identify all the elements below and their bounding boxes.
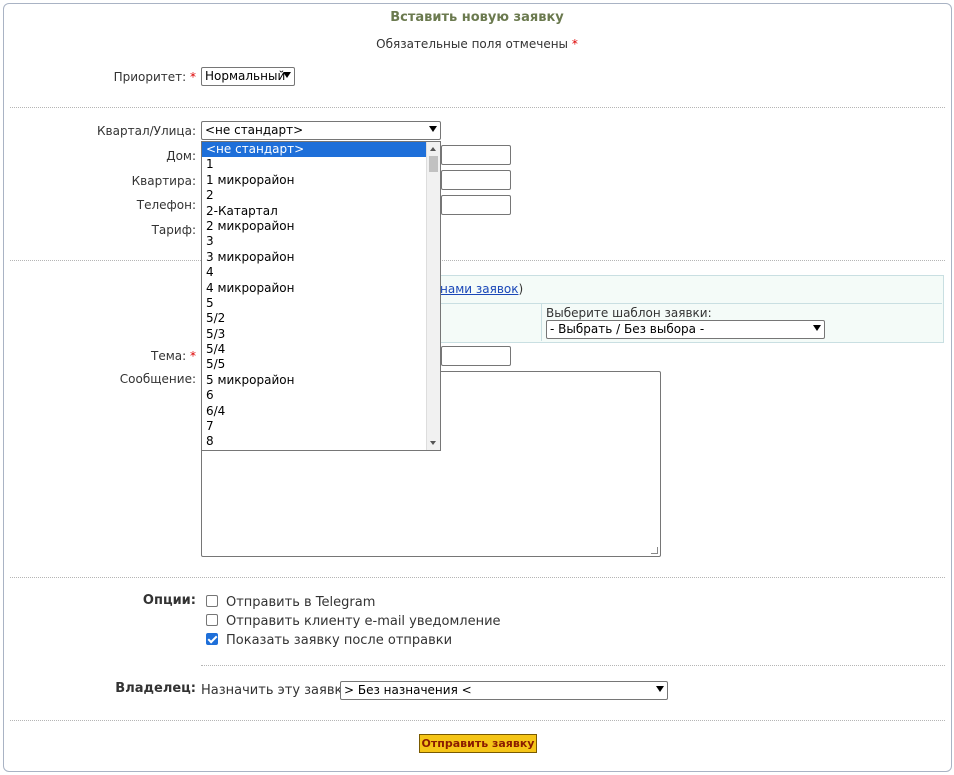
owner-select[interactable]: > Без назначения < xyxy=(340,681,668,700)
templates-cell-divider xyxy=(541,303,542,341)
message-label: Сообщение: xyxy=(119,372,196,386)
divider xyxy=(10,720,945,721)
show-after-submit-checkbox[interactable] xyxy=(206,633,218,645)
template-select-value: - Выбрать / Без выбора - xyxy=(550,322,705,336)
dropdown-option[interactable]: 5 xyxy=(202,296,440,311)
dropdown-option[interactable]: 1 xyxy=(202,157,440,172)
options-label: Опции: xyxy=(142,593,196,608)
street-dropdown-list[interactable]: <не стандарт> 1 1 микрорайон 2 2-Катартал 2 м… xyxy=(201,141,441,451)
assign-text: Назначить эту заявку xyxy=(201,683,351,698)
telegram-checkbox[interactable] xyxy=(206,595,218,607)
dropdown-option[interactable]: 6/4 xyxy=(202,404,440,419)
dropdown-option[interactable]: 2 микрорайон xyxy=(202,219,440,234)
scroll-thumb[interactable] xyxy=(429,156,438,172)
dropdown-option[interactable]: 5/4 xyxy=(202,342,440,357)
divider xyxy=(10,260,945,261)
house-label: Дом: xyxy=(166,149,196,163)
phone-label: Телефон: xyxy=(136,198,196,212)
dropdown-option[interactable]: 5/5 xyxy=(202,357,440,372)
required-note-text: Обязательные поля отмечены xyxy=(376,37,569,51)
resize-handle-icon[interactable] xyxy=(651,547,658,554)
template-select[interactable]: - Выбрать / Без выбора - xyxy=(546,320,825,339)
chevron-down-icon xyxy=(429,126,437,132)
divider xyxy=(10,107,945,108)
scroll-down-arrow-icon[interactable] xyxy=(430,441,436,445)
dropdown-option[interactable]: 3 xyxy=(202,234,440,249)
chevron-down-icon xyxy=(283,72,291,78)
submit-button[interactable]: Отправить заявку xyxy=(419,734,537,753)
subject-label-text: Тема: xyxy=(151,349,187,363)
dropdown-option[interactable]: 5 микрорайон xyxy=(202,373,440,388)
priority-label-text: Приоритет: xyxy=(113,70,187,84)
tariff-label: Тариф: xyxy=(151,223,196,237)
chevron-down-icon xyxy=(656,686,664,692)
owner-select-value: > Без назначения < xyxy=(344,683,472,697)
templates-link-close: ) xyxy=(518,282,524,296)
apartment-label: Квартира: xyxy=(131,174,196,188)
dropdown-option[interactable]: 5/2 xyxy=(202,311,440,326)
subject-label: Тема: * xyxy=(10,349,196,363)
divider xyxy=(10,577,945,578)
dropdown-option[interactable]: 6 xyxy=(202,388,440,403)
dropdown-option[interactable]: 4 микрорайон xyxy=(202,281,440,296)
dropdown-option[interactable]: 4 xyxy=(202,265,440,280)
form-title: Вставить новую заявку xyxy=(390,10,564,25)
templates-link-wrap: нами заявок) xyxy=(440,282,523,296)
email-notify-option-text: Отправить клиенту e-mail уведомление xyxy=(226,614,501,629)
street-label: Квартал/Улица: xyxy=(97,124,196,138)
show-after-submit-option-text: Показать заявку после отправки xyxy=(226,633,453,648)
required-star: * xyxy=(571,37,578,51)
dropdown-option[interactable]: 2 xyxy=(202,188,440,203)
street-dropdown-items: <не стандарт> 1 1 микрорайон 2 2-Катартал 2 м… xyxy=(202,142,440,450)
telegram-option-text: Отправить в Telegram xyxy=(226,595,376,610)
subject-required-star: * xyxy=(190,349,196,363)
templates-link[interactable]: нами заявок xyxy=(440,282,518,296)
template-select-label: Выберите шаблон заявки: xyxy=(546,306,712,320)
priority-label: Приоритет: * xyxy=(10,70,196,84)
divider xyxy=(201,665,945,666)
dropdown-option[interactable]: 3 микрорайон xyxy=(202,250,440,265)
priority-select-value: Нормальный xyxy=(205,69,286,83)
dropdown-scrollbar[interactable] xyxy=(426,142,440,450)
phone-input[interactable] xyxy=(441,195,511,215)
street-select-value: <не стандарт> xyxy=(205,123,304,137)
dropdown-option[interactable]: 8 xyxy=(202,434,440,449)
priority-select[interactable]: Нормальный xyxy=(201,67,295,86)
chevron-down-icon xyxy=(813,325,821,331)
house-input[interactable] xyxy=(441,145,511,165)
priority-required-star: * xyxy=(190,70,196,84)
email-notify-checkbox[interactable] xyxy=(206,614,218,626)
subject-input[interactable] xyxy=(441,346,511,366)
dropdown-option[interactable]: 1 микрорайон xyxy=(202,173,440,188)
dropdown-option[interactable]: 2-Катартал xyxy=(202,204,440,219)
street-select[interactable]: <не стандарт> xyxy=(201,121,441,140)
dropdown-option[interactable]: 7 xyxy=(202,419,440,434)
scroll-up-arrow-icon[interactable] xyxy=(430,147,436,151)
owner-label: Владелец: xyxy=(115,681,196,696)
apartment-input[interactable] xyxy=(441,170,511,190)
required-note: Обязательные поля отмечены * xyxy=(0,37,954,51)
dropdown-option[interactable]: <не стандарт> xyxy=(202,142,440,158)
dropdown-option[interactable]: 5/3 xyxy=(202,327,440,342)
